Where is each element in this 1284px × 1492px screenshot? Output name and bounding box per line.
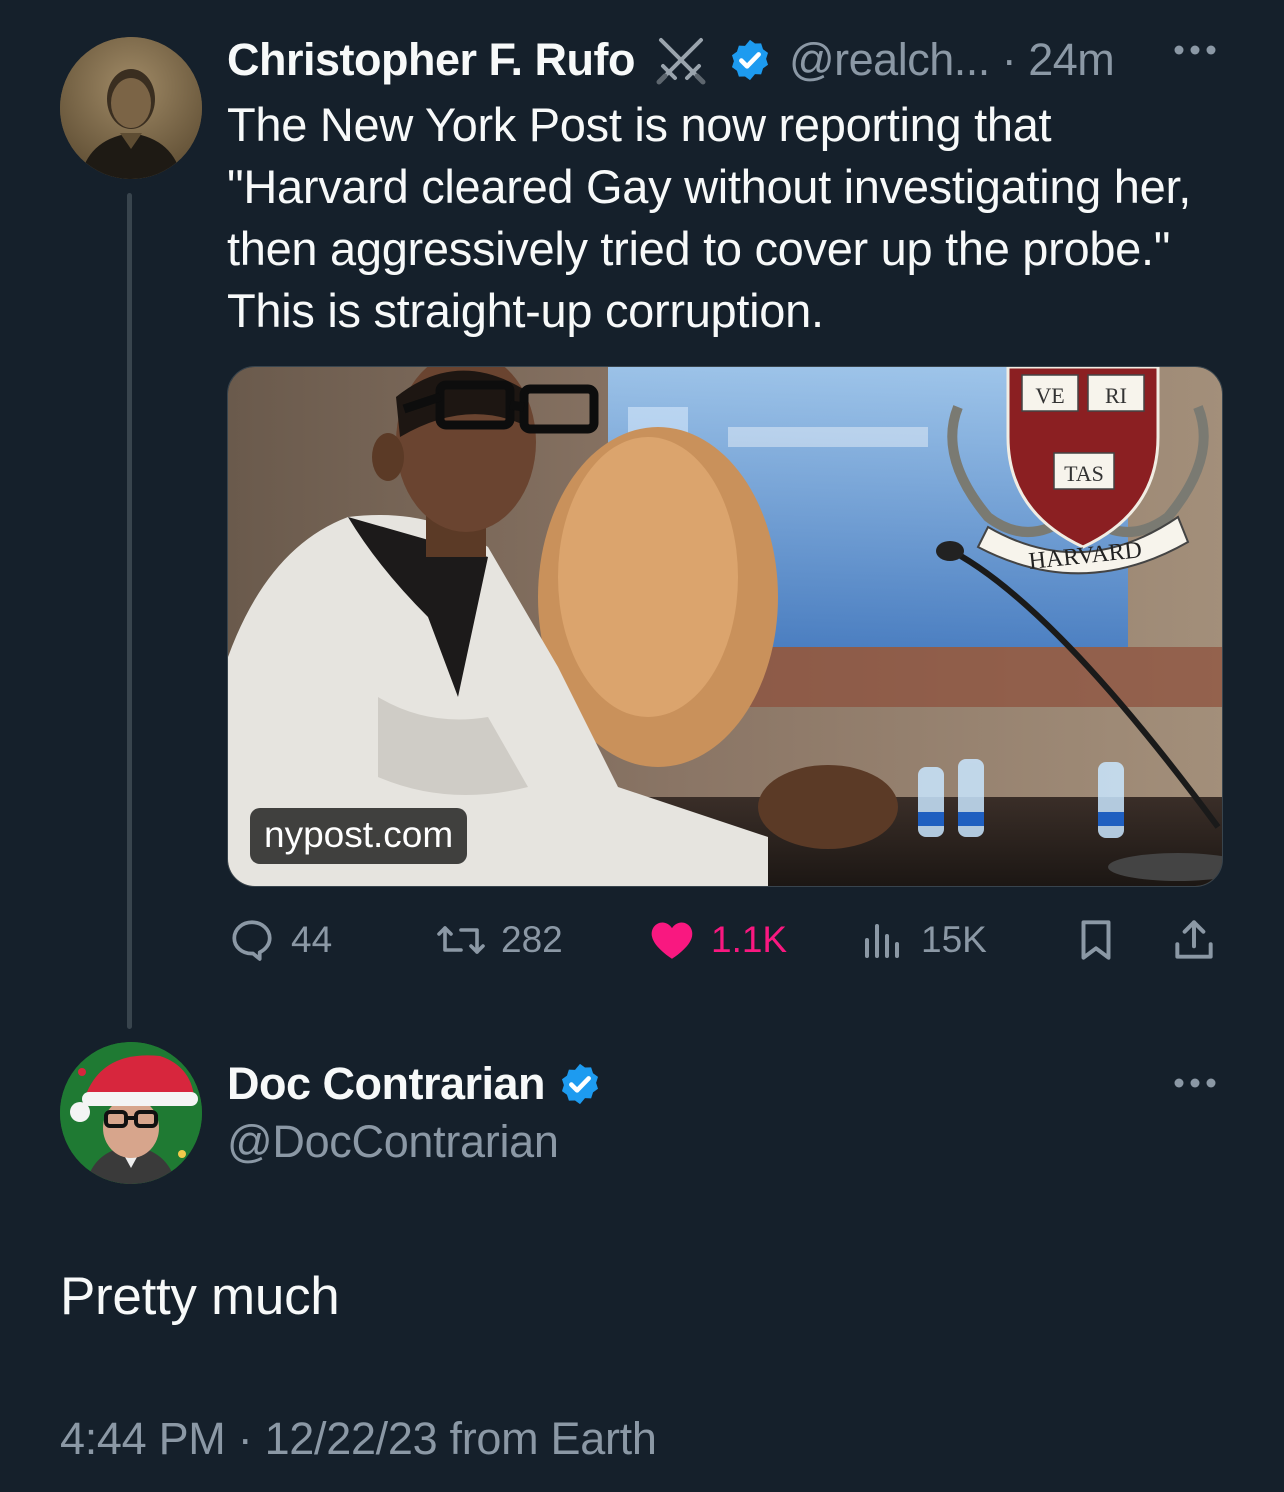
- bookmark-button[interactable]: [1071, 910, 1121, 970]
- author-display-name[interactable]: Christopher F. Rufo: [227, 34, 635, 86]
- verified-badge-icon: [562, 1063, 599, 1105]
- reply-button[interactable]: 44: [227, 910, 332, 970]
- views-count: 15K: [921, 919, 987, 960]
- like-count: 1.1K: [711, 919, 788, 960]
- views-button[interactable]: 15K: [859, 910, 987, 970]
- reply-count: 44: [291, 919, 333, 960]
- tweet-timestamp[interactable]: 4:44 PM · 12/22/23 from Earth: [60, 1413, 657, 1465]
- crossed-swords-icon: [656, 38, 706, 85]
- reply-header: Doc Contrarian: [227, 1054, 603, 1114]
- verified-badge-icon: [731, 39, 769, 81]
- reply-author-avatar[interactable]: [60, 1042, 202, 1184]
- retweet-button[interactable]: 282: [435, 910, 563, 970]
- link-source-badge: nypost.com: [250, 808, 468, 864]
- avatar-photo: [60, 37, 202, 179]
- reply-icon: [232, 920, 272, 961]
- thread-connector-line: [127, 193, 132, 1029]
- shield-word-ve: VE: [1035, 383, 1064, 408]
- share-icon: [1175, 920, 1213, 959]
- retweet-count: 282: [501, 919, 563, 960]
- reply-author-display-name[interactable]: Doc Contrarian: [227, 1058, 546, 1110]
- reply-tweet-text: Pretty much: [60, 1267, 340, 1326]
- link-card-image[interactable]: VE RI TAS HARVARD nypost.com: [227, 366, 1223, 887]
- like-button[interactable]: 1.1K: [647, 910, 787, 970]
- retweet-icon: [437, 926, 485, 954]
- bookmark-icon: [1081, 920, 1111, 960]
- author-handle-and-time[interactable]: @realch... · 24m: [789, 34, 1115, 86]
- share-button[interactable]: [1169, 910, 1219, 970]
- shield-word-tas: TAS: [1064, 461, 1104, 486]
- tweet-text: The New York Post is now reporting that …: [227, 98, 1191, 337]
- avatar-photo-santa-hat: [60, 1042, 202, 1184]
- reply-author-handle[interactable]: @DocContrarian: [227, 1116, 559, 1168]
- more-options-icon[interactable]: [1172, 1073, 1218, 1093]
- shield-word-ri: RI: [1105, 383, 1127, 408]
- heart-filled-icon: [651, 922, 693, 959]
- tweet-header: Christopher F. Rufo @realch... · 24m: [227, 30, 1115, 90]
- more-options-icon[interactable]: [1172, 40, 1218, 60]
- tweet-actions-bar: 44 282 1.1K 15K: [227, 910, 1223, 970]
- author-avatar[interactable]: [60, 37, 202, 179]
- views-chart-icon: [865, 924, 899, 958]
